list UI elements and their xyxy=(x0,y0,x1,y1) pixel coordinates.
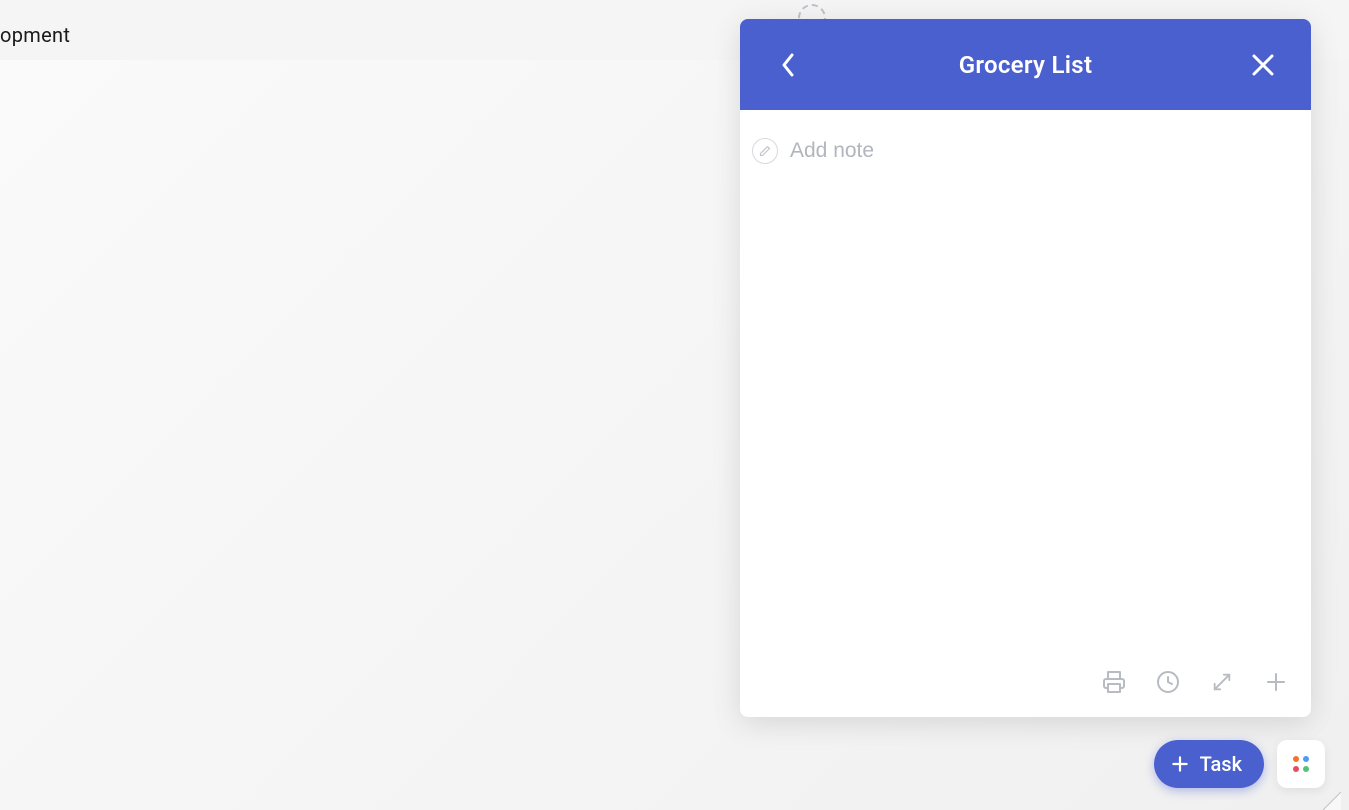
apps-icon xyxy=(1291,754,1311,774)
expand-button[interactable] xyxy=(1209,669,1235,695)
panel-body xyxy=(740,110,1311,657)
panel-footer xyxy=(740,657,1311,717)
add-button[interactable] xyxy=(1263,669,1289,695)
apps-button[interactable] xyxy=(1277,740,1325,788)
history-icon xyxy=(1156,670,1180,694)
task-button-label: Task xyxy=(1200,752,1242,776)
pencil-icon xyxy=(752,138,778,164)
add-note-row xyxy=(752,138,1291,164)
background-truncated-title: opment xyxy=(0,23,70,47)
chevron-left-icon xyxy=(781,53,795,77)
back-button[interactable] xyxy=(768,45,808,85)
plus-icon xyxy=(1264,670,1288,694)
print-icon xyxy=(1102,670,1126,694)
panel-title: Grocery List xyxy=(959,51,1093,79)
close-icon xyxy=(1251,53,1275,77)
add-note-input[interactable] xyxy=(790,139,1291,163)
page-corner-fold xyxy=(1323,792,1341,810)
history-button[interactable] xyxy=(1155,669,1181,695)
panel-header: Grocery List xyxy=(740,19,1311,110)
plus-icon xyxy=(1170,754,1190,774)
close-button[interactable] xyxy=(1243,45,1283,85)
expand-icon xyxy=(1211,671,1233,693)
print-button[interactable] xyxy=(1101,669,1127,695)
new-task-button[interactable]: Task xyxy=(1154,740,1264,788)
detail-panel: Grocery List xyxy=(740,19,1311,717)
